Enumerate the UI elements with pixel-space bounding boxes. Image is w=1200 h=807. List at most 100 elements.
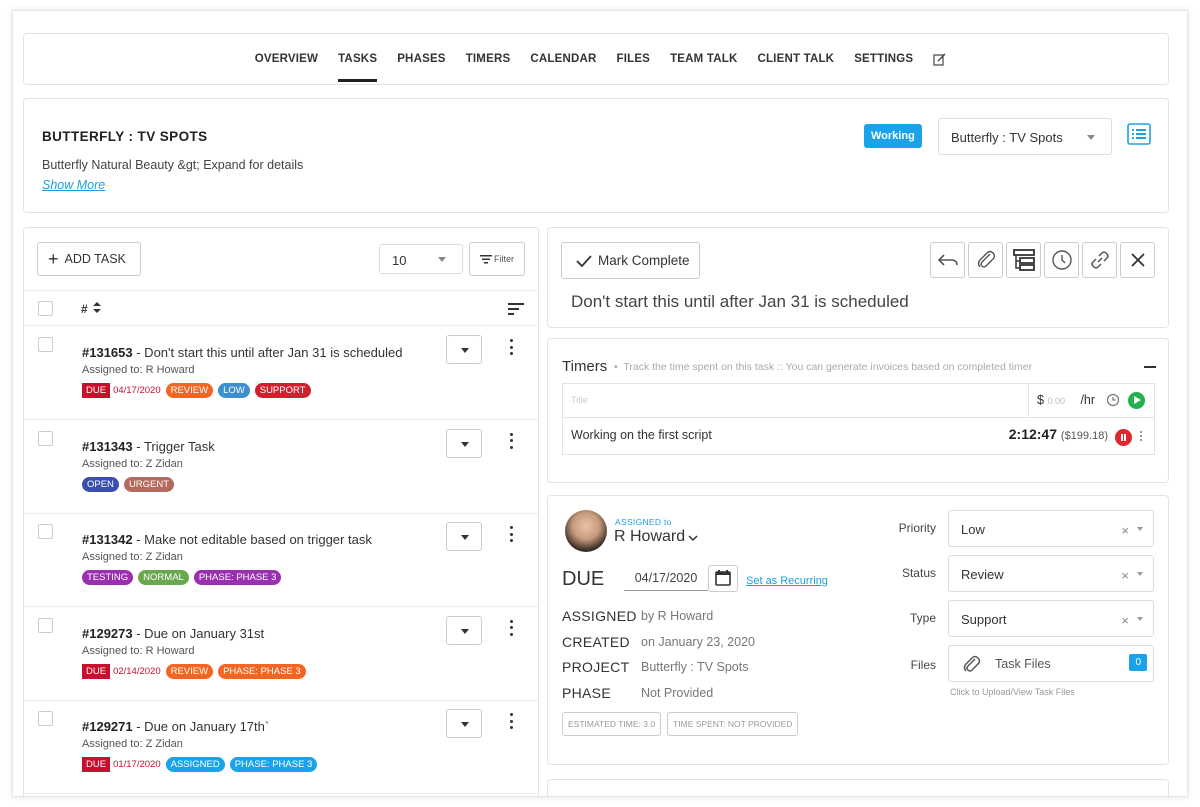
tab-tasks[interactable]: TASKS [338, 33, 378, 85]
add-task-button[interactable]: + ADD TASK [37, 242, 141, 276]
rate-input[interactable]: $ 0.00 /hr [1028, 384, 1095, 418]
tab-team-talk[interactable]: TEAM TALK [670, 33, 737, 85]
task-checkbox[interactable] [38, 524, 53, 539]
more-options-icon[interactable] [1140, 431, 1142, 441]
task-checkbox[interactable] [38, 337, 53, 352]
task-dropdown-button[interactable] [446, 522, 482, 551]
due-date-input[interactable]: 04/17/2020 [624, 568, 708, 591]
task-dropdown-button[interactable] [446, 428, 482, 458]
task-checkbox[interactable] [38, 617, 53, 633]
task-files-button[interactable]: Task Files 0 [948, 645, 1154, 682]
type-value: Support [961, 612, 1007, 627]
clear-icon[interactable]: × [1121, 523, 1129, 538]
chevron-down-icon [461, 441, 469, 447]
due-date: 02/14/2020 [113, 665, 161, 677]
more-options-icon[interactable] [510, 526, 514, 542]
filter-button[interactable]: Filter [469, 242, 525, 276]
close-icon[interactable] [1120, 242, 1155, 278]
show-more-link[interactable]: Show More [42, 178, 105, 192]
timer-entry-label: Working on the first script [571, 428, 712, 442]
task-title[interactable]: #131342 - Make not editable based on tri… [82, 532, 372, 547]
new-timer-row: Title $ 0.00 /hr [563, 384, 1154, 418]
task-id: #131653 [82, 345, 133, 360]
task-row[interactable]: #129273 - Due on January 31st Assigned to… [24, 607, 538, 701]
due-date: 04/17/2020 [113, 385, 161, 396]
priority-select[interactable]: Low × [948, 510, 1154, 547]
task-title[interactable]: #131343 - Trigger Task [82, 439, 215, 454]
task-id: #129273 [82, 625, 133, 641]
clear-icon[interactable]: × [1121, 568, 1129, 583]
clear-icon[interactable]: × [1121, 613, 1129, 628]
status-select[interactable]: Review × [948, 555, 1154, 592]
task-dropdown-button[interactable] [446, 335, 482, 364]
priority-value: Low [961, 522, 985, 537]
tab-client-talk[interactable]: CLIENT TALK [757, 33, 834, 85]
project-select[interactable]: Butterfly : TV Spots [938, 118, 1112, 155]
estimated-time-pill: ESTIMATED TIME: 3.0 [562, 712, 662, 736]
tab-overview[interactable]: OVERVIEW [255, 33, 318, 85]
timer-icon[interactable] [1044, 242, 1079, 278]
chevron-down-icon [461, 628, 469, 634]
paperclip-icon [963, 655, 981, 675]
subtasks-icon[interactable] [1006, 242, 1041, 278]
task-title[interactable]: #129273 - Due on January 31st [82, 626, 264, 641]
files-hint: Click to Upload/View Task Files [950, 687, 1075, 697]
set-recurring-link[interactable]: Set as Recurring [746, 575, 828, 587]
task-title[interactable]: #131653 - Don't start this until after J… [82, 345, 402, 360]
filter-icon [480, 254, 492, 263]
meta-value-created: on January 23, 2020 [641, 634, 755, 649]
project-select-value: Butterfly : TV Spots [951, 130, 1063, 145]
task-row[interactable]: #131342 - Make not editable based on tri… [24, 513, 538, 607]
tab-timers[interactable]: TIMERS [466, 33, 511, 85]
sort-order-icon[interactable] [508, 302, 524, 315]
project-header: BUTTERFLY : TV SPOTS Butterfly Natural B… [23, 98, 1169, 213]
task-title[interactable]: #129271 - Due on January 17th` [82, 719, 269, 734]
timer-title-input[interactable]: Title [571, 395, 588, 405]
pause-icon[interactable] [1115, 429, 1132, 446]
more-options-icon[interactable] [510, 713, 514, 729]
task-tags: TESTING NORMAL PHASE: PHASE 3 [82, 570, 282, 585]
task-detail-title: Don't start this until after Jan 31 is s… [571, 292, 909, 311]
per-page-select[interactable]: 10 [379, 244, 463, 274]
id-column-header[interactable]: # [81, 302, 102, 316]
more-options-icon[interactable] [510, 432, 514, 449]
task-row[interactable]: #129271 - Due on January 17th` Assigned t… [24, 700, 538, 794]
clock-icon[interactable] [1106, 393, 1120, 407]
more-options-icon[interactable] [510, 339, 514, 355]
play-icon[interactable] [1128, 392, 1145, 409]
timers-subtitle: • Track the time spent on this task :: Y… [614, 361, 1033, 373]
undo-icon[interactable] [930, 242, 965, 278]
chevron-down-icon[interactable] [688, 530, 698, 542]
task-name: - Make not editable based on trigger tas… [132, 532, 372, 547]
task-checkbox[interactable] [38, 430, 53, 446]
tab-settings[interactable]: SETTINGS [854, 33, 913, 85]
edit-icon[interactable] [933, 52, 947, 66]
link-icon[interactable] [1082, 242, 1117, 278]
chevron-down-icon [1137, 572, 1143, 576]
list-view-icon[interactable] [1127, 123, 1151, 145]
task-row[interactable]: #131653 - Don't start this until after J… [24, 326, 538, 420]
task-dropdown-button[interactable] [446, 709, 482, 738]
status-badge: Working [864, 124, 922, 148]
task-tag: PHASE: PHASE 3 [218, 663, 306, 679]
task-tag: PHASE: PHASE 3 [229, 757, 318, 772]
attach-icon[interactable] [968, 242, 1003, 278]
tab-files[interactable]: FILES [616, 33, 650, 85]
collapse-icon[interactable] [1144, 366, 1156, 368]
tab-calendar[interactable]: CALENDAR [530, 33, 596, 85]
task-row[interactable]: #131343 - Trigger Task Assigned to: Z Zid… [24, 420, 538, 514]
task-id: #131343 [82, 438, 133, 454]
per-page-value: 10 [392, 253, 407, 268]
select-all-checkbox[interactable] [38, 301, 53, 316]
type-select[interactable]: Support × [948, 600, 1154, 637]
calendar-icon[interactable] [708, 565, 738, 592]
id-column-label: # [81, 302, 88, 316]
tab-phases[interactable]: PHASES [397, 33, 446, 85]
task-checkbox[interactable] [38, 711, 53, 726]
more-options-icon[interactable] [510, 619, 514, 636]
task-dropdown-button[interactable] [446, 615, 482, 645]
mark-complete-button[interactable]: Mark Complete [561, 242, 700, 279]
assignee-name[interactable]: R Howard [614, 528, 685, 546]
chevron-down-icon [461, 722, 469, 727]
per-hour-label: /hr [1080, 393, 1096, 407]
